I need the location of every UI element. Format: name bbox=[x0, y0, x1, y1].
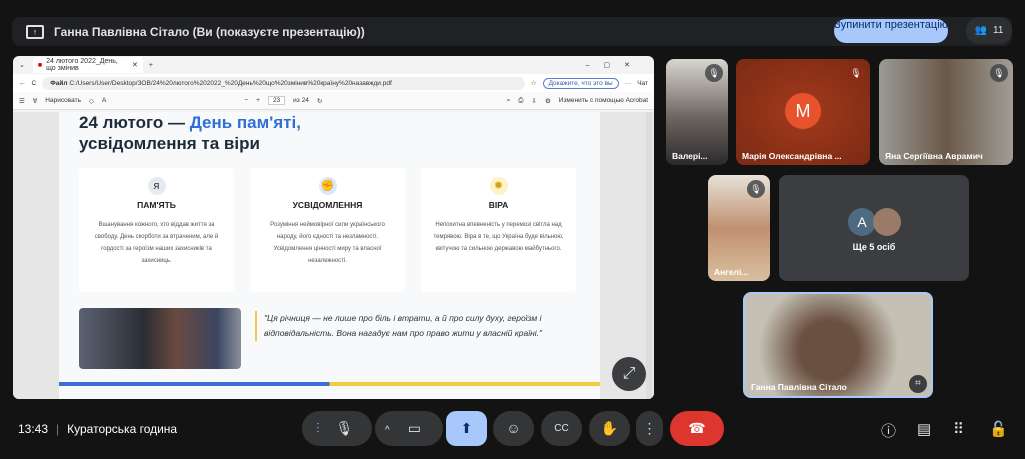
print-icon[interactable]: ⎙ bbox=[518, 97, 523, 105]
search-icon[interactable]: ⌕ bbox=[507, 97, 511, 105]
address-bar[interactable]: Файл C:/Users/User/Desktop/ЗОВ/24%20люто… bbox=[42, 76, 525, 90]
settings-icon[interactable]: ⚙ bbox=[545, 97, 551, 105]
people-icon: 👥 bbox=[974, 25, 988, 36]
new-tab-icon[interactable]: + bbox=[149, 62, 153, 69]
scrollbar[interactable] bbox=[646, 112, 652, 399]
presenter-title: Ганна Павлівна Сітало (Ви (показуєте пре… bbox=[54, 24, 365, 39]
card-awareness: ✊ УСВІДОМЛЕННЯ Розуміння неймовірної сили … bbox=[250, 168, 405, 292]
expand-button[interactable]: ⤢ bbox=[612, 357, 646, 391]
tab-list-icon[interactable]: ⌄ bbox=[19, 61, 25, 69]
profile-button[interactable]: Докажите, что это вы bbox=[542, 77, 619, 89]
slide-title: 24 лютого — День пам'яті, усвідомлення та… bbox=[79, 113, 301, 153]
more-participants-tile[interactable]: A Ще 5 осіб bbox=[779, 175, 969, 281]
people-count: 11 bbox=[993, 25, 1004, 36]
slide-quote: "Ця річниця — не лише про біль і втрати,… bbox=[255, 311, 585, 341]
chevron-up-icon[interactable]: ^ bbox=[385, 425, 390, 436]
acrobat-button[interactable]: Изменить с помощью Acrobat bbox=[559, 97, 648, 104]
rotate-icon[interactable]: ↻ bbox=[317, 97, 322, 105]
flag-stripe bbox=[59, 382, 600, 386]
participant-tile[interactable]: 🎙 Валері... bbox=[666, 59, 728, 165]
shared-screen: ⌄ ■ 24 лютого 2022_День, що змінив ✕ + –▢✕… bbox=[13, 56, 654, 399]
meeting-info: 13:43 | Кураторська година bbox=[18, 422, 178, 436]
more-vert-icon: ⋮ bbox=[642, 420, 657, 436]
more-icon[interactable]: ··· bbox=[625, 80, 632, 87]
pdf-icon: ■ bbox=[37, 61, 43, 69]
window-controls[interactable]: –▢✕ bbox=[586, 61, 644, 69]
crop-icon[interactable]: ⌗ bbox=[909, 375, 927, 393]
hand-icon: ✋ bbox=[600, 420, 619, 436]
ribbon-icon: ᴙ bbox=[147, 177, 166, 195]
fist-icon: ✊ bbox=[318, 177, 337, 195]
zoom-out-icon[interactable]: − bbox=[244, 97, 248, 104]
reactions-button[interactable]: ☺ bbox=[493, 411, 534, 446]
info-icon[interactable]: ⓘ bbox=[881, 420, 896, 441]
address-prefix: Файл bbox=[50, 79, 68, 87]
card-faith: ✹ ВІРА Непохитна впевненість у перемозі св… bbox=[421, 168, 576, 292]
avatar bbox=[873, 208, 901, 236]
participant-tile[interactable]: 🎙 Яна Сергіївна Аврамич bbox=[879, 59, 1013, 165]
page-total: из 24 bbox=[293, 97, 309, 104]
mic-button[interactable]: ⫶ 🎙 bbox=[302, 411, 372, 446]
close-icon[interactable]: ✕ bbox=[132, 61, 138, 69]
tab-title: 24 лютого 2022_День, що змінив bbox=[46, 58, 118, 72]
copilot-button[interactable]: Чат bbox=[637, 80, 648, 87]
draw-button[interactable]: Нарисовать bbox=[45, 97, 81, 104]
draw-icon[interactable]: ∀ bbox=[33, 97, 37, 105]
participant-tile[interactable]: 🎙 M Марія Олександрівна ... bbox=[736, 59, 870, 165]
zoom-in-icon[interactable]: + bbox=[256, 97, 260, 104]
emoji-icon: ☺ bbox=[506, 420, 521, 436]
browser-tab[interactable]: ■ 24 лютого 2022_День, що змінив ✕ bbox=[32, 57, 143, 73]
clock: 13:43 bbox=[18, 422, 49, 436]
leave-call-button[interactable]: ☎ bbox=[670, 411, 724, 446]
host-controls-icon[interactable]: 🔓 bbox=[989, 420, 1008, 438]
captions-icon: CC bbox=[554, 423, 569, 434]
avatar: A bbox=[848, 208, 876, 236]
captions-button[interactable]: CC bbox=[541, 411, 582, 446]
leaders-photo bbox=[79, 308, 241, 369]
audio-level-icon: ⫶ bbox=[316, 420, 320, 436]
present-button[interactable]: ⬆ bbox=[446, 411, 487, 446]
mic-icon: 🎙 bbox=[335, 420, 354, 436]
camera-icon: ▭ bbox=[407, 420, 421, 436]
meeting-title: Кураторська година bbox=[67, 422, 178, 436]
url-text: C:/Users/User/Desktop/ЗОВ/24%20лютого%20… bbox=[69, 79, 392, 87]
camera-button[interactable]: ^ ▭ bbox=[375, 411, 443, 446]
more-options-button[interactable]: ⋮ bbox=[636, 411, 663, 446]
mic-off-icon: 🎙 bbox=[705, 64, 723, 82]
raise-hand-button[interactable]: ✋ bbox=[589, 411, 630, 446]
chat-icon[interactable]: ▤ bbox=[917, 420, 931, 438]
page-number-input[interactable]: 23 bbox=[267, 96, 286, 105]
present-icon: ⬆ bbox=[460, 420, 473, 436]
expand-icon: ⤢ bbox=[622, 365, 636, 382]
mic-off-icon: 🎙 bbox=[847, 64, 865, 82]
text-icon[interactable]: A bbox=[102, 97, 106, 104]
back-icon[interactable]: ← bbox=[19, 80, 26, 87]
star-icon[interactable]: ☆ bbox=[531, 79, 537, 87]
eraser-icon[interactable]: ◇ bbox=[89, 97, 94, 105]
reload-icon[interactable]: C bbox=[32, 80, 37, 87]
present-icon: ↑ bbox=[26, 24, 44, 39]
people-button[interactable]: 👥 11 bbox=[966, 17, 1012, 44]
save-icon[interactable]: ⇩ bbox=[532, 97, 537, 105]
participant-tile[interactable]: 🎙 Ангелі... bbox=[708, 175, 770, 281]
sun-icon: ✹ bbox=[489, 177, 508, 195]
contents-icon[interactable]: ☰ bbox=[19, 97, 25, 105]
card-memory: ᴙ ПАМ'ЯТЬ Вшанування кожного, хто віддав ж… bbox=[79, 168, 234, 292]
stop-presenting-button[interactable]: Зупинити презентацію bbox=[834, 19, 948, 43]
mic-off-icon: 🎙 bbox=[747, 180, 765, 198]
self-tile[interactable]: Ганна Павлівна Сітало ⌗ bbox=[743, 292, 933, 398]
hang-up-icon: ☎ bbox=[688, 420, 706, 436]
mic-off-icon: 🎙 bbox=[990, 64, 1008, 82]
avatar: M bbox=[785, 93, 821, 129]
pdf-page: 24 лютого — День пам'яті, усвідомлення та… bbox=[59, 112, 600, 399]
more-count: Ще 5 осіб bbox=[852, 242, 896, 252]
activities-icon[interactable]: ⠿ bbox=[953, 420, 964, 438]
